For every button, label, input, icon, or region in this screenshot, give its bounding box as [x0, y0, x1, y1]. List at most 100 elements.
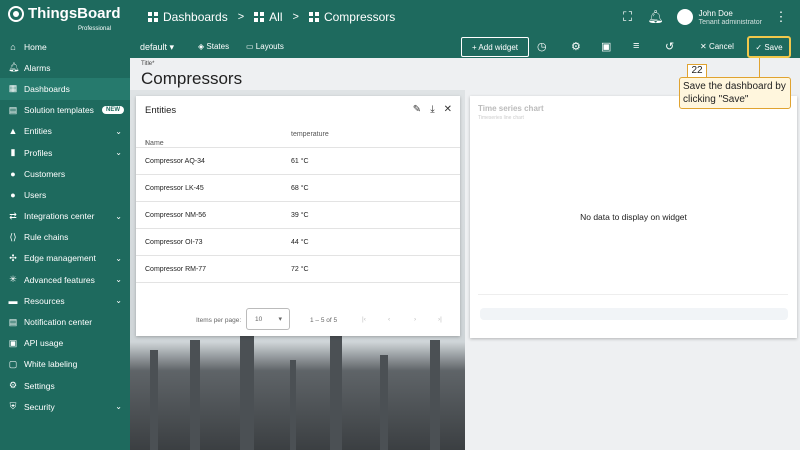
- timewindow-clock-icon[interactable]: ◷: [537, 40, 547, 53]
- table-row[interactable]: Compressor NM-56 39 °C: [136, 202, 460, 229]
- cell-temperature: 44 °C: [291, 239, 309, 246]
- chevron-down-icon: ⌄: [115, 296, 122, 306]
- profiles-icon: ▮: [10, 147, 16, 158]
- user-menu[interactable]: John Doe Tenant administrator: [676, 9, 762, 26]
- states-button[interactable]: ◈ States: [198, 42, 229, 51]
- prev-page-icon[interactable]: ‹: [388, 316, 390, 323]
- widget-title: Entities: [145, 105, 177, 116]
- download-icon[interactable]: ⤓: [430, 104, 434, 115]
- sidebar-item-label: Security: [24, 401, 55, 412]
- thingsboard-logo-icon: [8, 6, 24, 22]
- gear-icon[interactable]: ⚙: [571, 40, 581, 53]
- top-actions: ⛶ 🔔︎ John Doe Tenant administrator ⋮: [619, 8, 790, 26]
- sidebar-item-settings[interactable]: ⚙ Settings: [0, 375, 130, 396]
- sidebar: ⌂ Home 🔔︎ Alarms ▦ Dashboards ▤ Solution templa…: [0, 36, 130, 450]
- customers-icon: ●: [10, 168, 16, 179]
- cell-name: Compressor LK-45: [145, 185, 204, 192]
- sidebar-item-profiles[interactable]: ▮ Profiles ⌄: [0, 142, 130, 163]
- filter-icon[interactable]: ≡: [633, 40, 639, 52]
- check-icon: ✓: [755, 42, 763, 52]
- sidebar-item-dashboards[interactable]: ▦ Dashboards: [0, 78, 130, 100]
- sidebar-item-resources[interactable]: ▬ Resources ⌄: [0, 290, 130, 311]
- table-row[interactable]: Compressor RM-77 72 °C: [136, 256, 460, 283]
- cell-temperature: 39 °C: [291, 212, 309, 219]
- top-bar: ThingsBoard Professional Dashboards > Al…: [0, 0, 800, 36]
- table-row[interactable]: Compressor AQ-34 61 °C: [136, 148, 460, 175]
- devices-icon[interactable]: ▣: [601, 40, 611, 53]
- breadcrumb-dashboards[interactable]: Dashboards: [148, 10, 228, 24]
- chart-axis: [478, 294, 788, 295]
- history-icon[interactable]: ↺: [665, 40, 674, 53]
- chevron-down-icon: ⌄: [115, 126, 122, 136]
- white-label-icon: ▢: [8, 358, 18, 369]
- integrations-icon: ⇄: [9, 210, 17, 221]
- sidebar-item-entities[interactable]: ▲ Entities ⌄: [0, 121, 130, 142]
- cancel-button[interactable]: ✕ Cancel: [700, 42, 734, 51]
- advanced-icon: ✳: [9, 274, 17, 285]
- sidebar-item-users[interactable]: ● Users: [0, 184, 130, 205]
- user-role: Tenant administrator: [698, 18, 762, 26]
- more-vert-icon[interactable]: ⋮: [772, 8, 790, 26]
- sidebar-item-label: API usage: [24, 338, 64, 349]
- sidebar-item-advanced-features[interactable]: ✳ Advanced features ⌄: [0, 269, 130, 290]
- breadcrumb-separator: >: [292, 11, 299, 23]
- edit-icon[interactable]: ✎: [413, 104, 421, 115]
- layouts-button[interactable]: ▭ Layouts: [246, 42, 284, 51]
- cell-name: Compressor AQ-34: [145, 158, 205, 165]
- gear-icon: ⚙: [8, 380, 18, 391]
- breadcrumb-all[interactable]: All: [254, 10, 283, 24]
- cell-name: Compressor OI-73: [145, 239, 203, 246]
- instruction-callout: Save the dashboard by clicking "Save": [679, 77, 791, 109]
- column-header-temperature[interactable]: temperature: [291, 131, 329, 138]
- layers-icon: ◈: [198, 42, 205, 51]
- fullscreen-icon[interactable]: ⛶: [619, 8, 637, 26]
- widget-title: Time series chart: [478, 104, 544, 113]
- sidebar-item-security[interactable]: ⛨ Security ⌄: [0, 396, 130, 417]
- sidebar-item-label: Alarms: [24, 62, 51, 73]
- table-row[interactable]: Compressor LK-45 68 °C: [136, 175, 460, 202]
- dashboard-icon: [308, 12, 319, 22]
- items-per-page-select[interactable]: 10 ▾: [246, 308, 290, 330]
- first-page-icon[interactable]: |‹: [362, 316, 366, 323]
- logo[interactable]: ThingsBoard Professional: [8, 5, 121, 32]
- state-selector[interactable]: default ▾: [140, 42, 174, 53]
- add-widget-button[interactable]: + Add widget: [461, 37, 529, 57]
- sidebar-item-notification-center[interactable]: ▤ Notification center: [0, 311, 130, 332]
- sidebar-item-alarms[interactable]: 🔔︎ Alarms: [0, 57, 130, 78]
- callout-connector: [759, 58, 760, 77]
- sidebar-item-label: Resources: [24, 295, 65, 306]
- dashboard-icon: ▦: [8, 83, 18, 94]
- sidebar-item-rule-chains[interactable]: ⟨⟩ Rule chains: [0, 227, 130, 248]
- dashboard-canvas: Title* Compressors Entities ✎ ⤓ ✕ Name ↑…: [130, 58, 800, 450]
- dropdown-arrow-icon: ▾: [169, 42, 175, 52]
- last-page-icon[interactable]: ›|: [438, 316, 442, 323]
- sidebar-item-customers[interactable]: ● Customers: [0, 163, 130, 184]
- sidebar-item-edge-management[interactable]: ✣ Edge management ⌄: [0, 248, 130, 269]
- cell-name: Compressor RM-77: [145, 266, 207, 273]
- timeseries-chart-widget: Time series chart Timeseries line chart …: [470, 96, 797, 338]
- sidebar-item-white-labeling[interactable]: ▢ White labeling: [0, 354, 130, 375]
- cell-temperature: 61 °C: [291, 158, 309, 165]
- sidebar-item-api-usage[interactable]: ▣ API usage: [0, 333, 130, 354]
- cell-name: Compressor NM-56: [145, 212, 207, 219]
- chevron-down-icon: ⌄: [115, 211, 122, 221]
- sidebar-item-solution-templates[interactable]: ▤ Solution templates NEW: [0, 100, 130, 121]
- template-icon: ▤: [8, 104, 18, 115]
- save-button[interactable]: ✓ Save: [747, 36, 791, 58]
- close-icon[interactable]: ✕: [444, 104, 452, 115]
- sidebar-item-label: White labeling: [24, 359, 78, 370]
- bell-icon: 🔔︎: [8, 62, 20, 73]
- sidebar-item-integrations-center[interactable]: ⇄ Integrations center ⌄: [0, 206, 130, 227]
- edge-icon: ✣: [9, 252, 17, 263]
- sidebar-item-home[interactable]: ⌂ Home: [0, 36, 130, 57]
- dashboard-title-field[interactable]: Compressors: [141, 69, 242, 89]
- next-page-icon[interactable]: ›: [414, 316, 416, 323]
- sidebar-item-label: Users: [24, 189, 47, 200]
- step-number: 22: [687, 64, 707, 78]
- table-header: Name ↑ temperature: [136, 122, 460, 148]
- breadcrumb-separator: >: [237, 11, 245, 23]
- notifications-bell-icon[interactable]: 🔔︎: [647, 8, 665, 26]
- app-name: ThingsBoard: [28, 5, 121, 22]
- layouts-label: Layouts: [255, 42, 284, 51]
- table-row[interactable]: Compressor OI-73 44 °C: [136, 229, 460, 256]
